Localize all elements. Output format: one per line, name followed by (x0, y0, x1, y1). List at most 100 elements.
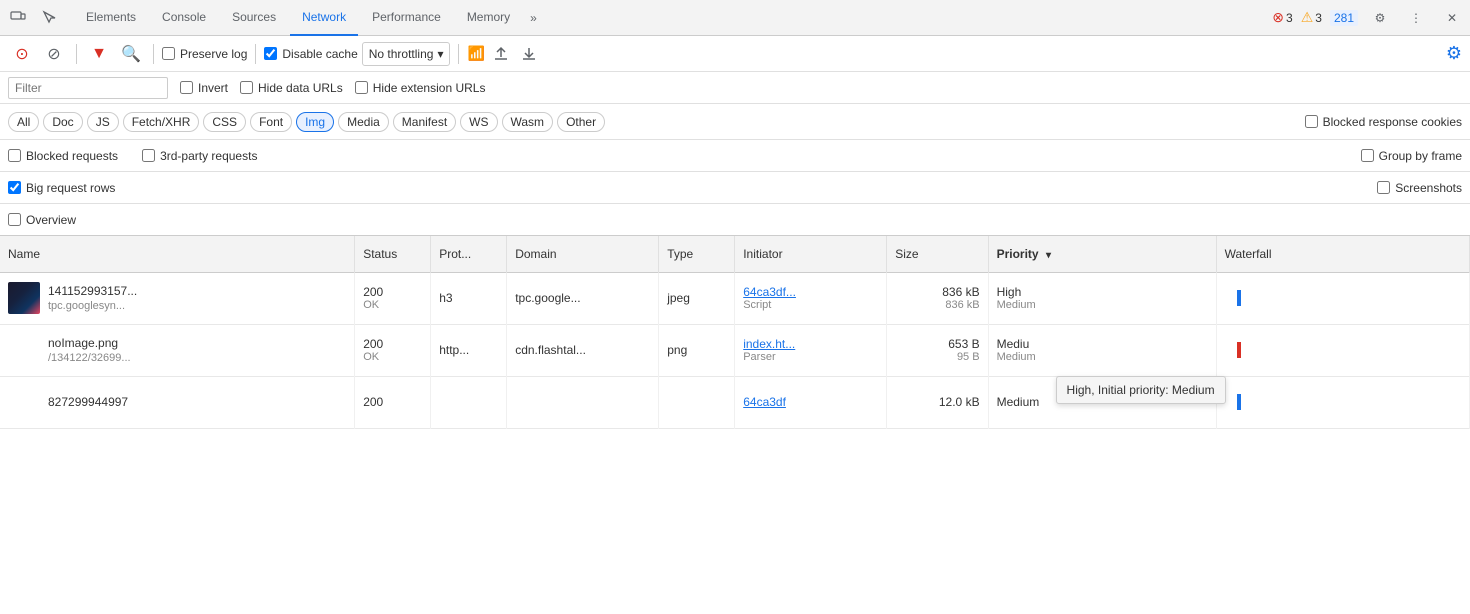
hide-ext-urls-checkbox[interactable] (355, 81, 368, 94)
preserve-log-checkbox[interactable] (162, 47, 175, 60)
col-header-domain[interactable]: Domain (507, 236, 659, 272)
options-right-1: Group by frame (1361, 149, 1462, 163)
network-toolbar: ⊙ ⊘ ▼ 🔍 Preserve log Disable cache No th… (0, 36, 1470, 72)
more-options-button[interactable]: ⋮ (1402, 4, 1430, 32)
table-row[interactable]: noImage.png /134122/32699... 200 OK http… (0, 324, 1470, 376)
third-party-label[interactable]: 3rd-party requests (142, 149, 257, 163)
filter-row: Invert Hide data URLs Hide extension URL… (0, 72, 1470, 104)
hide-ext-urls-label[interactable]: Hide extension URLs (355, 81, 486, 95)
error-badge-red[interactable]: ⊗ 3 (1272, 9, 1292, 26)
type-btn-fetchxhr[interactable]: Fetch/XHR (123, 112, 200, 132)
cell-domain-2 (507, 376, 659, 428)
cell-size-0: 836 kB 836 kB (887, 272, 988, 324)
group-by-frame-checkbox[interactable] (1361, 149, 1374, 162)
inspect-icon[interactable] (36, 4, 64, 32)
group-by-frame-label[interactable]: Group by frame (1361, 149, 1462, 163)
col-header-protocol[interactable]: Prot... (431, 236, 507, 272)
type-btn-ws[interactable]: WS (460, 112, 497, 132)
big-rows-label[interactable]: Big request rows (8, 181, 115, 195)
tab-console[interactable]: Console (150, 0, 218, 36)
error-badge-yellow[interactable]: ⚠ 3 (1301, 9, 1322, 26)
type-btn-all[interactable]: All (8, 112, 39, 132)
tab-elements[interactable]: Elements (74, 0, 148, 36)
cell-type-1: png (659, 324, 735, 376)
col-header-size[interactable]: Size (887, 236, 988, 272)
device-toggle-icon[interactable] (4, 4, 32, 32)
col-header-initiator[interactable]: Initiator (735, 236, 887, 272)
waterfall-bar-1 (1237, 342, 1241, 358)
disable-cache-label[interactable]: Disable cache (264, 47, 357, 61)
options-row-2: Big request rows Screenshots (0, 172, 1470, 204)
filter-input[interactable] (8, 77, 168, 99)
type-btn-other[interactable]: Other (557, 112, 605, 132)
col-header-waterfall[interactable]: Waterfall (1216, 236, 1469, 272)
tab-sources[interactable]: Sources (220, 0, 288, 36)
col-header-priority[interactable]: Priority ▾ (988, 236, 1216, 272)
options-row-3: Overview (0, 204, 1470, 236)
toolbar-separator-2 (153, 44, 154, 64)
preserve-log-label[interactable]: Preserve log (162, 47, 247, 61)
search-button[interactable]: 🔍 (117, 40, 145, 68)
cell-domain-0: tpc.google... (507, 272, 659, 324)
cell-protocol-1: http... (431, 324, 507, 376)
filter-button[interactable]: ▼ (85, 40, 113, 68)
type-btn-font[interactable]: Font (250, 112, 292, 132)
clear-button[interactable]: ⊘ (40, 40, 68, 68)
type-btn-media[interactable]: Media (338, 112, 389, 132)
type-btn-doc[interactable]: Doc (43, 112, 82, 132)
type-btn-wasm[interactable]: Wasm (502, 112, 554, 132)
cell-priority-1: Mediu Medium High, Initial priority: Med… (988, 324, 1216, 376)
type-btn-js[interactable]: JS (87, 112, 119, 132)
tab-memory[interactable]: Memory (455, 0, 522, 36)
thumbnail-0 (8, 282, 40, 314)
sort-arrow-icon: ▾ (1046, 250, 1051, 261)
overview-label[interactable]: Overview (8, 213, 76, 227)
disable-cache-checkbox[interactable] (264, 47, 277, 60)
tab-more-button[interactable]: » (524, 11, 543, 25)
hide-data-urls-label[interactable]: Hide data URLs (240, 81, 343, 95)
main-content: ⊙ ⊘ ▼ 🔍 Preserve log Disable cache No th… (0, 36, 1470, 614)
type-btn-css[interactable]: CSS (203, 112, 246, 132)
cell-size-2: 12.0 kB (887, 376, 988, 428)
third-party-checkbox[interactable] (142, 149, 155, 162)
screenshots-checkbox[interactable] (1377, 181, 1390, 194)
blocked-cookies-label[interactable]: Blocked response cookies (1305, 115, 1462, 129)
name-secondary-0: tpc.googlesyn... (48, 300, 137, 312)
tab-performance[interactable]: Performance (360, 0, 453, 36)
network-settings-icon[interactable]: ⚙ (1446, 43, 1462, 64)
options-left: Blocked requests 3rd-party requests (8, 149, 257, 163)
blocked-requests-checkbox[interactable] (8, 149, 21, 162)
cell-size-1: 653 B 95 B (887, 324, 988, 376)
invert-label[interactable]: Invert (180, 81, 228, 95)
invert-checkbox[interactable] (180, 81, 193, 94)
table-row[interactable]: 141152993157... tpc.googlesyn... 200 OK … (0, 272, 1470, 324)
type-btn-manifest[interactable]: Manifest (393, 112, 456, 132)
cell-waterfall-0 (1216, 272, 1469, 324)
type-btn-img[interactable]: Img (296, 112, 334, 132)
upload-icon[interactable] (489, 42, 513, 66)
options-row-1: Blocked requests 3rd-party requests Grou… (0, 140, 1470, 172)
cell-waterfall-1 (1216, 324, 1469, 376)
wifi-icon[interactable]: 📶 (467, 45, 484, 62)
tab-network[interactable]: Network (290, 0, 358, 36)
stop-recording-button[interactable]: ⊙ (8, 40, 36, 68)
cell-name-2: 827299944997 (0, 376, 355, 428)
error-badge-blue[interactable]: 281 (1330, 10, 1358, 26)
cell-status-1: 200 OK (355, 324, 431, 376)
table-row[interactable]: 827299944997 200 64ca3df 12.0 kB (0, 376, 1470, 428)
hide-data-urls-checkbox[interactable] (240, 81, 253, 94)
close-devtools-button[interactable]: ✕ (1438, 4, 1466, 32)
blocked-requests-label[interactable]: Blocked requests (8, 149, 118, 163)
col-header-status[interactable]: Status (355, 236, 431, 272)
download-icon[interactable] (517, 42, 541, 66)
col-header-name[interactable]: Name (0, 236, 355, 272)
throttle-dropdown[interactable]: No throttling ▾ (362, 42, 451, 66)
col-header-type[interactable]: Type (659, 236, 735, 272)
settings-button[interactable]: ⚙ (1366, 4, 1394, 32)
screenshots-label[interactable]: Screenshots (1377, 181, 1462, 195)
table-header-row: Name Status Prot... Domain Type Initiato… (0, 236, 1470, 272)
overview-checkbox[interactable] (8, 213, 21, 226)
big-rows-checkbox[interactable] (8, 181, 21, 194)
cell-status-2: 200 (355, 376, 431, 428)
blocked-cookies-checkbox[interactable] (1305, 115, 1318, 128)
